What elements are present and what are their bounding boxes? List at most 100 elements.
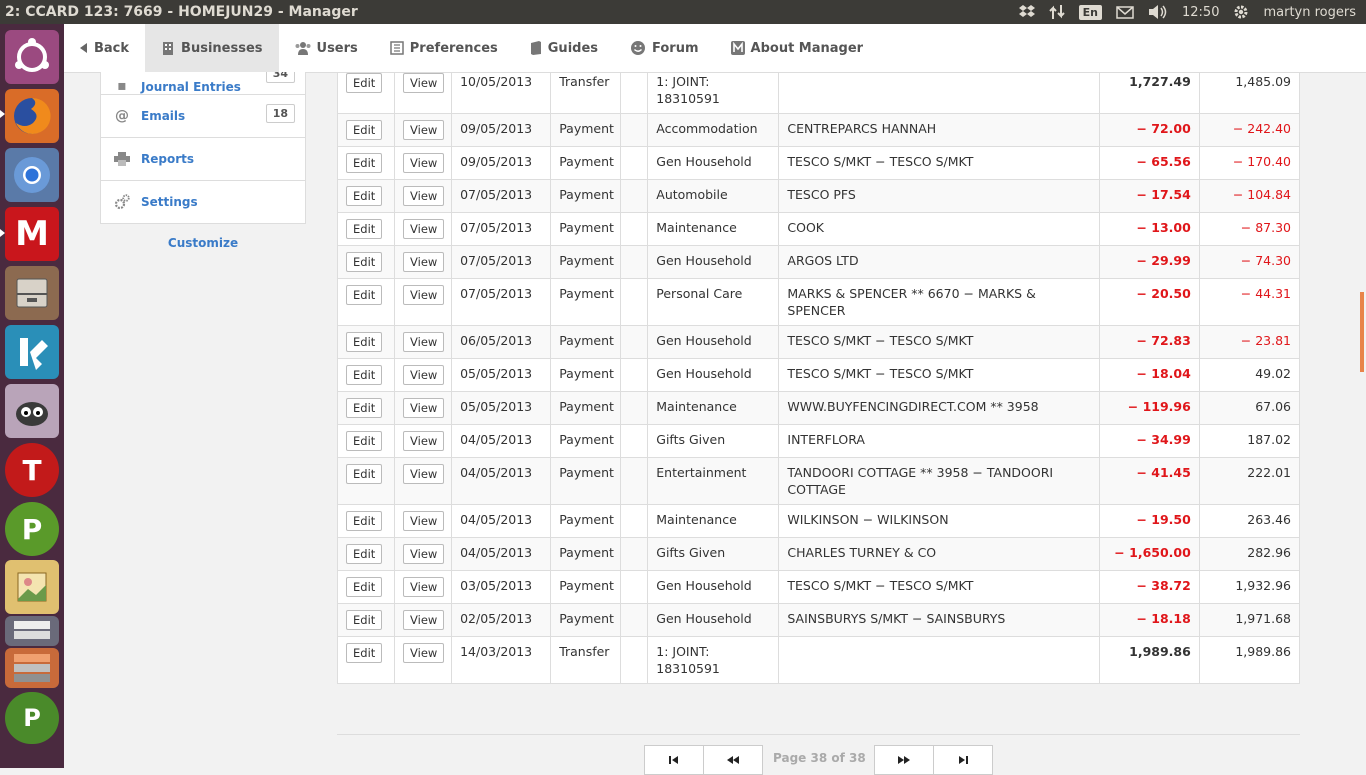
description-cell: TESCO S/MKT − TESCO S/MKT: [787, 154, 974, 169]
view-button[interactable]: View: [403, 219, 445, 239]
last-page-button[interactable]: [933, 745, 993, 775]
edit-button[interactable]: Edit: [346, 643, 383, 663]
view-button[interactable]: View: [403, 73, 445, 93]
firefox-icon[interactable]: [5, 89, 59, 143]
guides-tab[interactable]: Guides: [514, 24, 614, 72]
amount-cell: − 13.00: [1136, 220, 1191, 235]
t-app-icon[interactable]: T: [5, 443, 59, 497]
about-manager-tab[interactable]: About Manager: [715, 24, 880, 72]
building-icon: [163, 42, 174, 55]
journal-icon: ▪: [117, 78, 127, 94]
date-cell: 06/05/2013: [460, 333, 533, 348]
view-button[interactable]: View: [403, 332, 445, 352]
date-cell: 09/05/2013: [460, 121, 533, 136]
description-cell: CHARLES TURNEY & CO: [787, 545, 937, 560]
balance-cell: − 74.30: [1240, 253, 1291, 268]
edit-button[interactable]: Edit: [346, 252, 383, 272]
files-icon[interactable]: [5, 266, 59, 320]
sidebar-item-journal-entries[interactable]: ▪ Journal Entries 34: [100, 72, 306, 95]
dropbox-icon[interactable]: [1018, 5, 1035, 19]
edit-button[interactable]: Edit: [346, 398, 383, 418]
balance-cell: 187.02: [1247, 432, 1291, 447]
edit-button[interactable]: Edit: [346, 186, 383, 206]
view-button[interactable]: View: [403, 398, 445, 418]
type-cell: Payment: [559, 121, 614, 136]
mail-icon[interactable]: [1116, 5, 1134, 19]
users-icon: [295, 42, 311, 55]
stacked-app-icon[interactable]: P: [5, 692, 59, 744]
clock[interactable]: 12:50: [1182, 5, 1219, 20]
gear-icon[interactable]: [1233, 4, 1249, 20]
kodi-icon[interactable]: [5, 325, 59, 379]
businesses-tab[interactable]: Businesses: [145, 24, 279, 72]
edit-button[interactable]: Edit: [346, 219, 383, 239]
sidebar-item-emails[interactable]: @ Emails 18: [100, 95, 306, 138]
amount-cell: − 18.04: [1136, 366, 1191, 381]
view-button[interactable]: View: [403, 431, 445, 451]
scroll-indicator[interactable]: [1360, 292, 1364, 372]
edit-button[interactable]: Edit: [346, 544, 383, 564]
table-row: Edit View 05/05/2013 Payment Gen Household TE…: [337, 358, 1300, 392]
edit-button[interactable]: Edit: [346, 153, 383, 173]
amount-cell: − 38.72: [1136, 578, 1191, 593]
manager-icon[interactable]: M: [5, 207, 59, 261]
ubuntu-dash-icon[interactable]: [5, 30, 59, 84]
edit-button[interactable]: Edit: [346, 73, 383, 93]
pdf-shuffler-icon[interactable]: [5, 616, 59, 646]
preferences-icon: [390, 41, 404, 55]
view-button[interactable]: View: [403, 610, 445, 630]
back-button[interactable]: Back: [64, 24, 145, 72]
edit-button[interactable]: Edit: [346, 511, 383, 531]
users-tab[interactable]: Users: [279, 24, 374, 72]
view-button[interactable]: View: [403, 186, 445, 206]
previous-page-button[interactable]: [703, 745, 763, 775]
account-cell: Personal Care: [656, 286, 743, 301]
volume-icon[interactable]: [1148, 4, 1168, 20]
edit-button[interactable]: Edit: [346, 332, 383, 352]
next-page-button[interactable]: [874, 745, 934, 775]
view-button[interactable]: View: [403, 153, 445, 173]
table-row: Edit View 07/05/2013 Payment Automobile TESCO…: [337, 179, 1300, 213]
description-cell: SAINSBURYS S/MKT − SAINSBURYS: [787, 611, 1006, 626]
view-button[interactable]: View: [403, 252, 445, 272]
window-title: 2: CCARD 123: 7669 - HOMEJUN29 - Manager: [5, 4, 358, 20]
app-stack-icon[interactable]: [5, 648, 59, 688]
view-button[interactable]: View: [403, 577, 445, 597]
edit-button[interactable]: Edit: [346, 610, 383, 630]
edit-button[interactable]: Edit: [346, 464, 383, 484]
sidebar-item-settings[interactable]: Settings: [100, 181, 306, 224]
view-button[interactable]: View: [403, 544, 445, 564]
image-viewer-icon[interactable]: [5, 560, 59, 614]
preferences-tab[interactable]: Preferences: [374, 24, 514, 72]
edit-button[interactable]: Edit: [346, 285, 383, 305]
date-cell: 07/05/2013: [460, 220, 533, 235]
book-icon: [530, 41, 541, 55]
view-button[interactable]: View: [403, 365, 445, 385]
ghost-app-icon[interactable]: [5, 384, 59, 438]
edit-button[interactable]: Edit: [346, 431, 383, 451]
edit-button[interactable]: Edit: [346, 365, 383, 385]
view-button[interactable]: View: [403, 643, 445, 663]
view-button[interactable]: View: [403, 511, 445, 531]
sidebar-item-reports[interactable]: Reports: [100, 138, 306, 181]
chromium-icon[interactable]: [5, 148, 59, 202]
view-button[interactable]: View: [403, 464, 445, 484]
view-button[interactable]: View: [403, 285, 445, 305]
description-cell: CENTREPARCS HANNAH: [787, 121, 937, 136]
forum-tab[interactable]: Forum: [614, 24, 715, 72]
date-cell: 07/05/2013: [460, 253, 533, 268]
customize-link[interactable]: Customize: [100, 236, 306, 250]
keyboard-layout-indicator[interactable]: En: [1078, 4, 1102, 20]
network-transfer-icon[interactable]: [1048, 4, 1065, 20]
edit-button[interactable]: Edit: [346, 577, 383, 597]
count-badge: 34: [265, 72, 295, 83]
p-app-icon[interactable]: P: [5, 502, 59, 556]
edit-button[interactable]: Edit: [346, 120, 383, 140]
first-page-button[interactable]: [644, 745, 704, 775]
view-button[interactable]: View: [403, 120, 445, 140]
description-cell: INTERFLORA: [787, 432, 865, 447]
date-cell: 07/05/2013: [460, 286, 533, 301]
printer-icon: [113, 152, 131, 166]
user-name[interactable]: martyn rogers: [1263, 5, 1356, 20]
account-cell: Gen Household: [656, 253, 752, 268]
